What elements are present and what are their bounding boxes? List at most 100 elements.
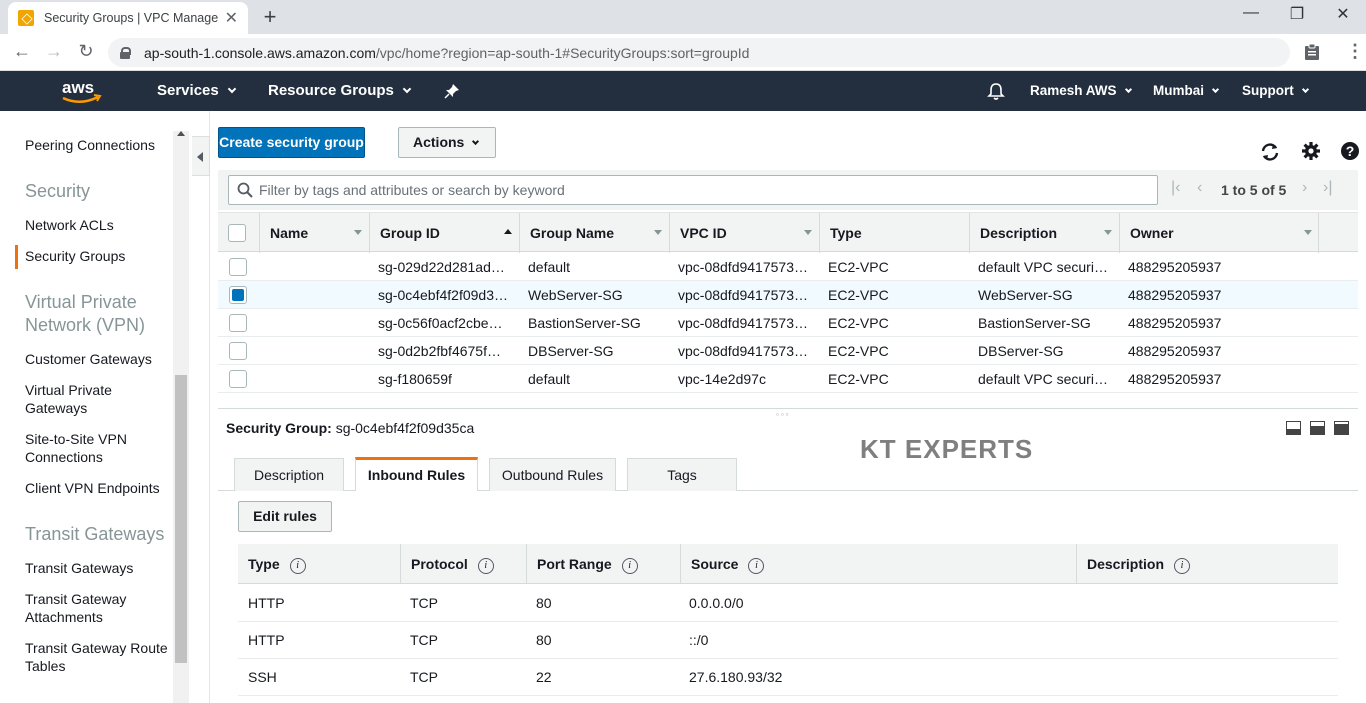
sidebar-item-client-vpn[interactable]: Client VPN Endpoints xyxy=(25,479,175,497)
gear-icon[interactable] xyxy=(1300,140,1322,162)
cell-group-id: sg-f180659f xyxy=(378,371,452,387)
browser-tab[interactable]: Security Groups | VPC Management Console… xyxy=(8,2,248,34)
close-tab-icon[interactable]: ✕ xyxy=(225,8,238,28)
menu-icon[interactable]: ⋮ xyxy=(1343,41,1366,62)
sidebar-item-security-groups[interactable]: Security Groups xyxy=(25,247,175,265)
sidebar-item-transit-gateways[interactable]: Transit Gateways xyxy=(25,559,175,577)
table-row[interactable]: sg-0c56f0acf2cbe… BastionServer-SG vpc-0… xyxy=(218,309,1358,337)
sidebar-item-transit-route-tables[interactable]: Transit Gateway Route Tables xyxy=(25,639,173,675)
help-icon[interactable]: ? xyxy=(1339,140,1361,162)
row-checkbox[interactable] xyxy=(229,314,247,332)
actions-label: Actions xyxy=(413,134,465,150)
minimize-icon[interactable]: — xyxy=(1228,4,1274,28)
rules-col-description: Description i xyxy=(1076,544,1338,584)
close-window-icon[interactable]: ✕ xyxy=(1320,4,1366,28)
create-security-group-button[interactable]: Create security group xyxy=(218,127,365,158)
info-icon[interactable]: i xyxy=(477,558,494,574)
selected-group-id: sg-0c4ebf4f2f09d35ca xyxy=(335,420,475,436)
column-description[interactable]: Description xyxy=(969,213,1119,253)
select-all-checkbox[interactable] xyxy=(228,224,246,242)
info-icon[interactable]: i xyxy=(748,558,765,574)
aws-logo-icon[interactable]: aws xyxy=(60,76,104,106)
column-owner-label: Owner xyxy=(1130,225,1174,241)
scroll-up-icon[interactable] xyxy=(177,131,185,136)
sidebar-item-network-acls[interactable]: Network ACLs xyxy=(25,216,175,234)
info-icon[interactable]: i xyxy=(621,558,638,574)
tab-tags[interactable]: Tags xyxy=(627,458,737,491)
pin-icon[interactable] xyxy=(444,83,460,99)
sidebar-item-peering[interactable]: Peering Connections xyxy=(25,136,175,154)
panel-bottom-icon[interactable] xyxy=(1286,421,1301,435)
actions-button[interactable]: Actions xyxy=(398,127,496,158)
column-type[interactable]: Type xyxy=(819,213,969,253)
bell-icon[interactable] xyxy=(987,82,1005,101)
row-checkbox-checked[interactable] xyxy=(229,286,247,304)
support-menu[interactable]: Support xyxy=(1242,83,1309,98)
tab-description[interactable]: Description xyxy=(234,458,344,491)
next-page-icon[interactable]: › xyxy=(1302,179,1307,197)
sidebar: Peering Connections Security Network ACL… xyxy=(0,111,210,703)
resize-grip-icon[interactable]: ▫▫▫ xyxy=(776,410,791,419)
lock-icon xyxy=(120,46,131,59)
restore-icon[interactable]: ❐ xyxy=(1274,4,1320,28)
scrollbar-thumb[interactable] xyxy=(175,375,187,663)
cell-type: EC2-VPC xyxy=(828,287,889,303)
forward-icon[interactable]: → xyxy=(42,41,66,62)
new-tab-icon[interactable]: + xyxy=(258,4,282,30)
row-checkbox[interactable] xyxy=(229,342,247,360)
reload-icon[interactable]: ↻ xyxy=(74,41,98,62)
table-row[interactable]: sg-f180659f default vpc-14e2d97c EC2-VPC… xyxy=(218,365,1358,393)
panel-full-icon[interactable] xyxy=(1334,421,1349,435)
pane-divider[interactable] xyxy=(218,408,1358,409)
column-group-id-label: Group ID xyxy=(380,225,440,241)
cell-group-name: default xyxy=(528,371,571,387)
resource-groups-menu[interactable]: Resource Groups xyxy=(268,82,412,99)
refresh-icon[interactable] xyxy=(1259,141,1281,163)
user-label: Ramesh AWS xyxy=(1030,83,1117,98)
column-group-name[interactable]: Group Name xyxy=(519,213,669,253)
table-row[interactable]: sg-029d22d281ad… default vpc-08dfd941757… xyxy=(218,253,1358,281)
column-vpc-id[interactable]: VPC ID xyxy=(669,213,819,253)
url-field[interactable]: ap-south-1.console.aws.amazon.com/vpc/ho… xyxy=(108,38,1290,67)
sidebar-item-virtual-private-gateways[interactable]: Virtual Private Gateways xyxy=(25,381,175,417)
row-checkbox[interactable] xyxy=(229,258,247,276)
last-page-icon[interactable]: ›| xyxy=(1323,179,1332,197)
first-page-icon[interactable]: |‹ xyxy=(1171,179,1180,197)
info-icon[interactable]: i xyxy=(289,558,306,574)
rules-col-port-range-label: Port Range xyxy=(537,556,612,572)
search-input[interactable] xyxy=(259,176,1149,204)
column-name[interactable]: Name xyxy=(259,213,369,253)
tab-outbound-rules[interactable]: Outbound Rules xyxy=(489,458,616,491)
table-header: Name Group ID Group Name VPC ID Type Des… xyxy=(218,212,1358,253)
clipboard-icon[interactable] xyxy=(1303,43,1321,61)
sidebar-item-site-to-site[interactable]: Site-to-Site VPN Connections xyxy=(25,430,175,466)
cell-type: EC2-VPC xyxy=(828,315,889,331)
rule-row: SSH TCP 22 27.6.180.93/32 xyxy=(238,659,1338,696)
rules-col-protocol: Protocol i xyxy=(400,544,526,584)
edit-rules-button[interactable]: Edit rules xyxy=(238,501,332,532)
services-label: Services xyxy=(157,82,219,99)
table-row[interactable]: sg-0d2b2fbf4675f… DBServer-SG vpc-08dfd9… xyxy=(218,337,1358,365)
tab-inbound-rules[interactable]: Inbound Rules xyxy=(355,457,478,491)
rule-row: HTTP TCP 80 0.0.0.0/0 xyxy=(238,585,1338,622)
column-description-label: Description xyxy=(980,225,1058,241)
region-menu[interactable]: Mumbai xyxy=(1153,83,1220,98)
column-owner[interactable]: Owner xyxy=(1119,213,1319,253)
cell-group-name: WebServer-SG xyxy=(528,287,623,303)
collapse-sidebar-button[interactable] xyxy=(192,136,210,176)
search-box[interactable] xyxy=(228,175,1158,205)
rule-type: HTTP xyxy=(248,595,285,611)
table-row-selected[interactable]: sg-0c4ebf4f2f09d3… WebServer-SG vpc-08df… xyxy=(218,281,1358,309)
sidebar-item-transit-attachments[interactable]: Transit Gateway Attachments xyxy=(25,590,175,626)
info-icon[interactable]: i xyxy=(1174,558,1191,574)
region-label: Mumbai xyxy=(1153,83,1205,98)
row-checkbox[interactable] xyxy=(229,370,247,388)
user-menu[interactable]: Ramesh AWS xyxy=(1030,83,1132,98)
sidebar-item-customer-gateways[interactable]: Customer Gateways xyxy=(25,350,175,368)
back-icon[interactable]: ← xyxy=(10,41,34,62)
prev-page-icon[interactable]: ‹ xyxy=(1197,179,1202,197)
panel-half-icon[interactable] xyxy=(1310,421,1325,435)
services-menu[interactable]: Services xyxy=(157,82,236,99)
column-group-id[interactable]: Group ID xyxy=(369,213,519,253)
rule-source: ::/0 xyxy=(689,632,709,648)
